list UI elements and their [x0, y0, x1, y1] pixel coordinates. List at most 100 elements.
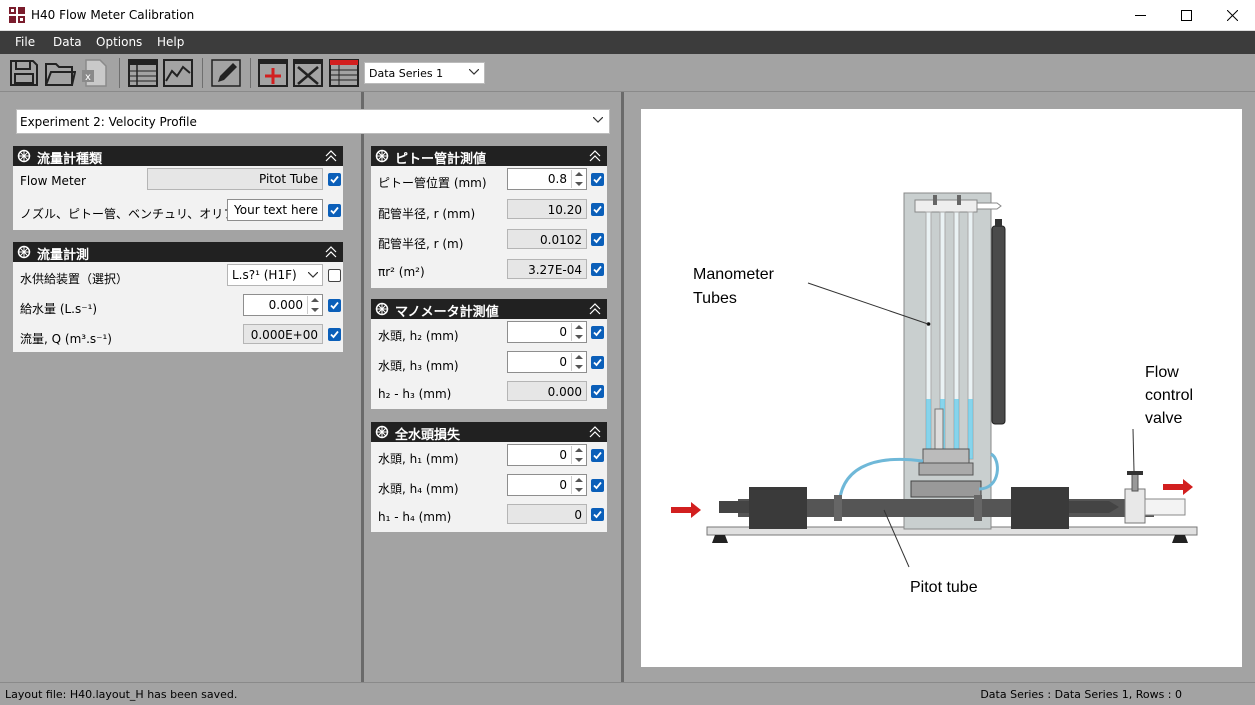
pipe-radius-mm-label: 配管半径, r (mm): [378, 207, 476, 221]
pitot-block: [922, 448, 970, 464]
foot: [1172, 535, 1188, 543]
area-checkbox[interactable]: [591, 263, 604, 276]
spin-buttons[interactable]: [571, 353, 585, 371]
form-row: ピトー管位置 (mm) 0.8: [371, 166, 607, 196]
spin-down-icon[interactable]: [575, 365, 583, 369]
supply-rate-label: 給水量 (L.s⁻¹): [20, 302, 98, 316]
flow-meter-checkbox[interactable]: [328, 173, 341, 186]
valve-stem: [1131, 472, 1139, 492]
spin-buttons[interactable]: [307, 296, 321, 314]
add-row-icon[interactable]: [257, 57, 289, 89]
panel-title: 流量計測: [37, 248, 90, 263]
label-flow-line1: Flow: [1145, 364, 1179, 381]
minimize-button[interactable]: [1117, 0, 1163, 31]
spin-up-icon[interactable]: [575, 448, 583, 452]
pane-divider[interactable]: [361, 92, 364, 682]
manometer-panel: マノメータ計測値 水頭, h₂ (mm) 0 水頭, h₃ (mm) 0 h₂ …: [371, 299, 607, 409]
maximize-button[interactable]: [1163, 0, 1209, 31]
menu-file[interactable]: File: [15, 35, 35, 49]
pipe-radius-mm-checkbox[interactable]: [591, 203, 604, 216]
spin-up-icon[interactable]: [575, 478, 583, 482]
excel-export-icon[interactable]: x: [80, 57, 112, 89]
meter-name-checkbox[interactable]: [328, 204, 341, 217]
scale-bar: [991, 225, 1006, 425]
foot: [712, 535, 728, 543]
check-icon: [330, 301, 339, 310]
menu-options[interactable]: Options: [96, 35, 142, 49]
save-icon[interactable]: [8, 57, 40, 89]
pipe-radius-m-checkbox[interactable]: [591, 233, 604, 246]
spin-down-icon[interactable]: [575, 488, 583, 492]
spin-down-icon[interactable]: [311, 308, 319, 312]
spin-buttons[interactable]: [571, 446, 585, 464]
head-h3-checkbox[interactable]: [591, 356, 604, 369]
open-folder-icon[interactable]: [44, 57, 76, 89]
water-supply-checkbox[interactable]: [328, 269, 341, 282]
panel-header[interactable]: ピトー管計測値: [371, 146, 607, 167]
collapse-icon[interactable]: [325, 246, 337, 258]
h2-minus-h3-checkbox[interactable]: [591, 385, 604, 398]
flow-rate-checkbox[interactable]: [328, 328, 341, 341]
panel-header[interactable]: 全水頭損失: [371, 422, 607, 443]
collapse-icon[interactable]: [589, 303, 601, 315]
maximize-icon: [1180, 10, 1192, 21]
chevron-down-icon: [469, 69, 479, 75]
clear-table-icon[interactable]: [328, 57, 360, 89]
head-h2-checkbox[interactable]: [591, 326, 604, 339]
menu-data[interactable]: Data: [53, 35, 82, 49]
panel-header[interactable]: 流量計種類: [13, 146, 343, 167]
panel-header[interactable]: マノメータ計測値: [371, 299, 607, 320]
water-supply-label: 水供給装置（選択）: [20, 272, 129, 286]
form-row: 水頭, h₁ (mm) 0: [371, 442, 607, 472]
water-supply-select[interactable]: L.s?¹ (H1F): [227, 264, 323, 286]
menu-help[interactable]: Help: [157, 35, 184, 49]
spin-up-icon[interactable]: [575, 172, 583, 176]
chart-view-icon[interactable]: [162, 57, 194, 89]
spin-up-icon[interactable]: [311, 298, 319, 302]
meter-name-label: ノズル、ピトー管、ベンチュリ、オリフィス: [20, 207, 260, 221]
spin-buttons[interactable]: [571, 323, 585, 341]
head-h4-input[interactable]: 0: [507, 474, 587, 496]
close-icon: [1226, 10, 1238, 21]
h1-minus-h4-checkbox[interactable]: [591, 508, 604, 521]
spin-buttons[interactable]: [571, 170, 585, 188]
panel-header[interactable]: 流量計測: [13, 242, 343, 263]
supply-rate-input[interactable]: 0.000: [243, 294, 323, 316]
window-title: H40 Flow Meter Calibration: [31, 8, 195, 22]
meter-body-right: [1011, 487, 1069, 529]
head-h3-input[interactable]: 0: [507, 351, 587, 373]
spin-up-icon[interactable]: [575, 355, 583, 359]
gear-icon: [17, 149, 31, 163]
delete-row-icon[interactable]: [292, 57, 324, 89]
area-label: πr² (m²): [378, 265, 425, 279]
flow-meter-field[interactable]: Pitot Tube: [147, 168, 323, 190]
leader-line: [1132, 428, 1135, 472]
head-h2-input[interactable]: 0: [507, 321, 587, 343]
form-row: h₁ - h₄ (mm) 0: [371, 502, 607, 532]
spin-down-icon[interactable]: [575, 182, 583, 186]
check-icon: [593, 265, 602, 274]
spin-down-icon[interactable]: [575, 458, 583, 462]
flow-meter-label: Flow Meter: [20, 174, 86, 188]
table-view-icon[interactable]: [127, 57, 159, 89]
app-window: H40 Flow Meter Calibration File Data Opt…: [0, 0, 1255, 705]
pitot-position-checkbox[interactable]: [591, 173, 604, 186]
spin-up-icon[interactable]: [575, 325, 583, 329]
data-series-select[interactable]: Data Series 1: [364, 62, 485, 84]
experiment-select[interactable]: Experiment 2: Velocity Profile: [16, 109, 610, 134]
flow-rate-field: 0.000E+00: [243, 324, 323, 344]
pitot-position-input[interactable]: 0.8: [507, 168, 587, 190]
collapse-icon[interactable]: [589, 426, 601, 438]
collapse-icon[interactable]: [325, 150, 337, 162]
head-h1-checkbox[interactable]: [591, 449, 604, 462]
meter-name-input[interactable]: Your text here: [227, 199, 323, 221]
collapse-icon[interactable]: [589, 150, 601, 162]
close-button[interactable]: [1209, 0, 1255, 31]
supply-rate-checkbox[interactable]: [328, 299, 341, 312]
app-logo-icon: [9, 7, 25, 23]
head-h4-checkbox[interactable]: [591, 479, 604, 492]
spin-down-icon[interactable]: [575, 335, 583, 339]
head-h1-input[interactable]: 0: [507, 444, 587, 466]
spin-buttons[interactable]: [571, 476, 585, 494]
edit-pencil-icon[interactable]: [210, 57, 242, 89]
